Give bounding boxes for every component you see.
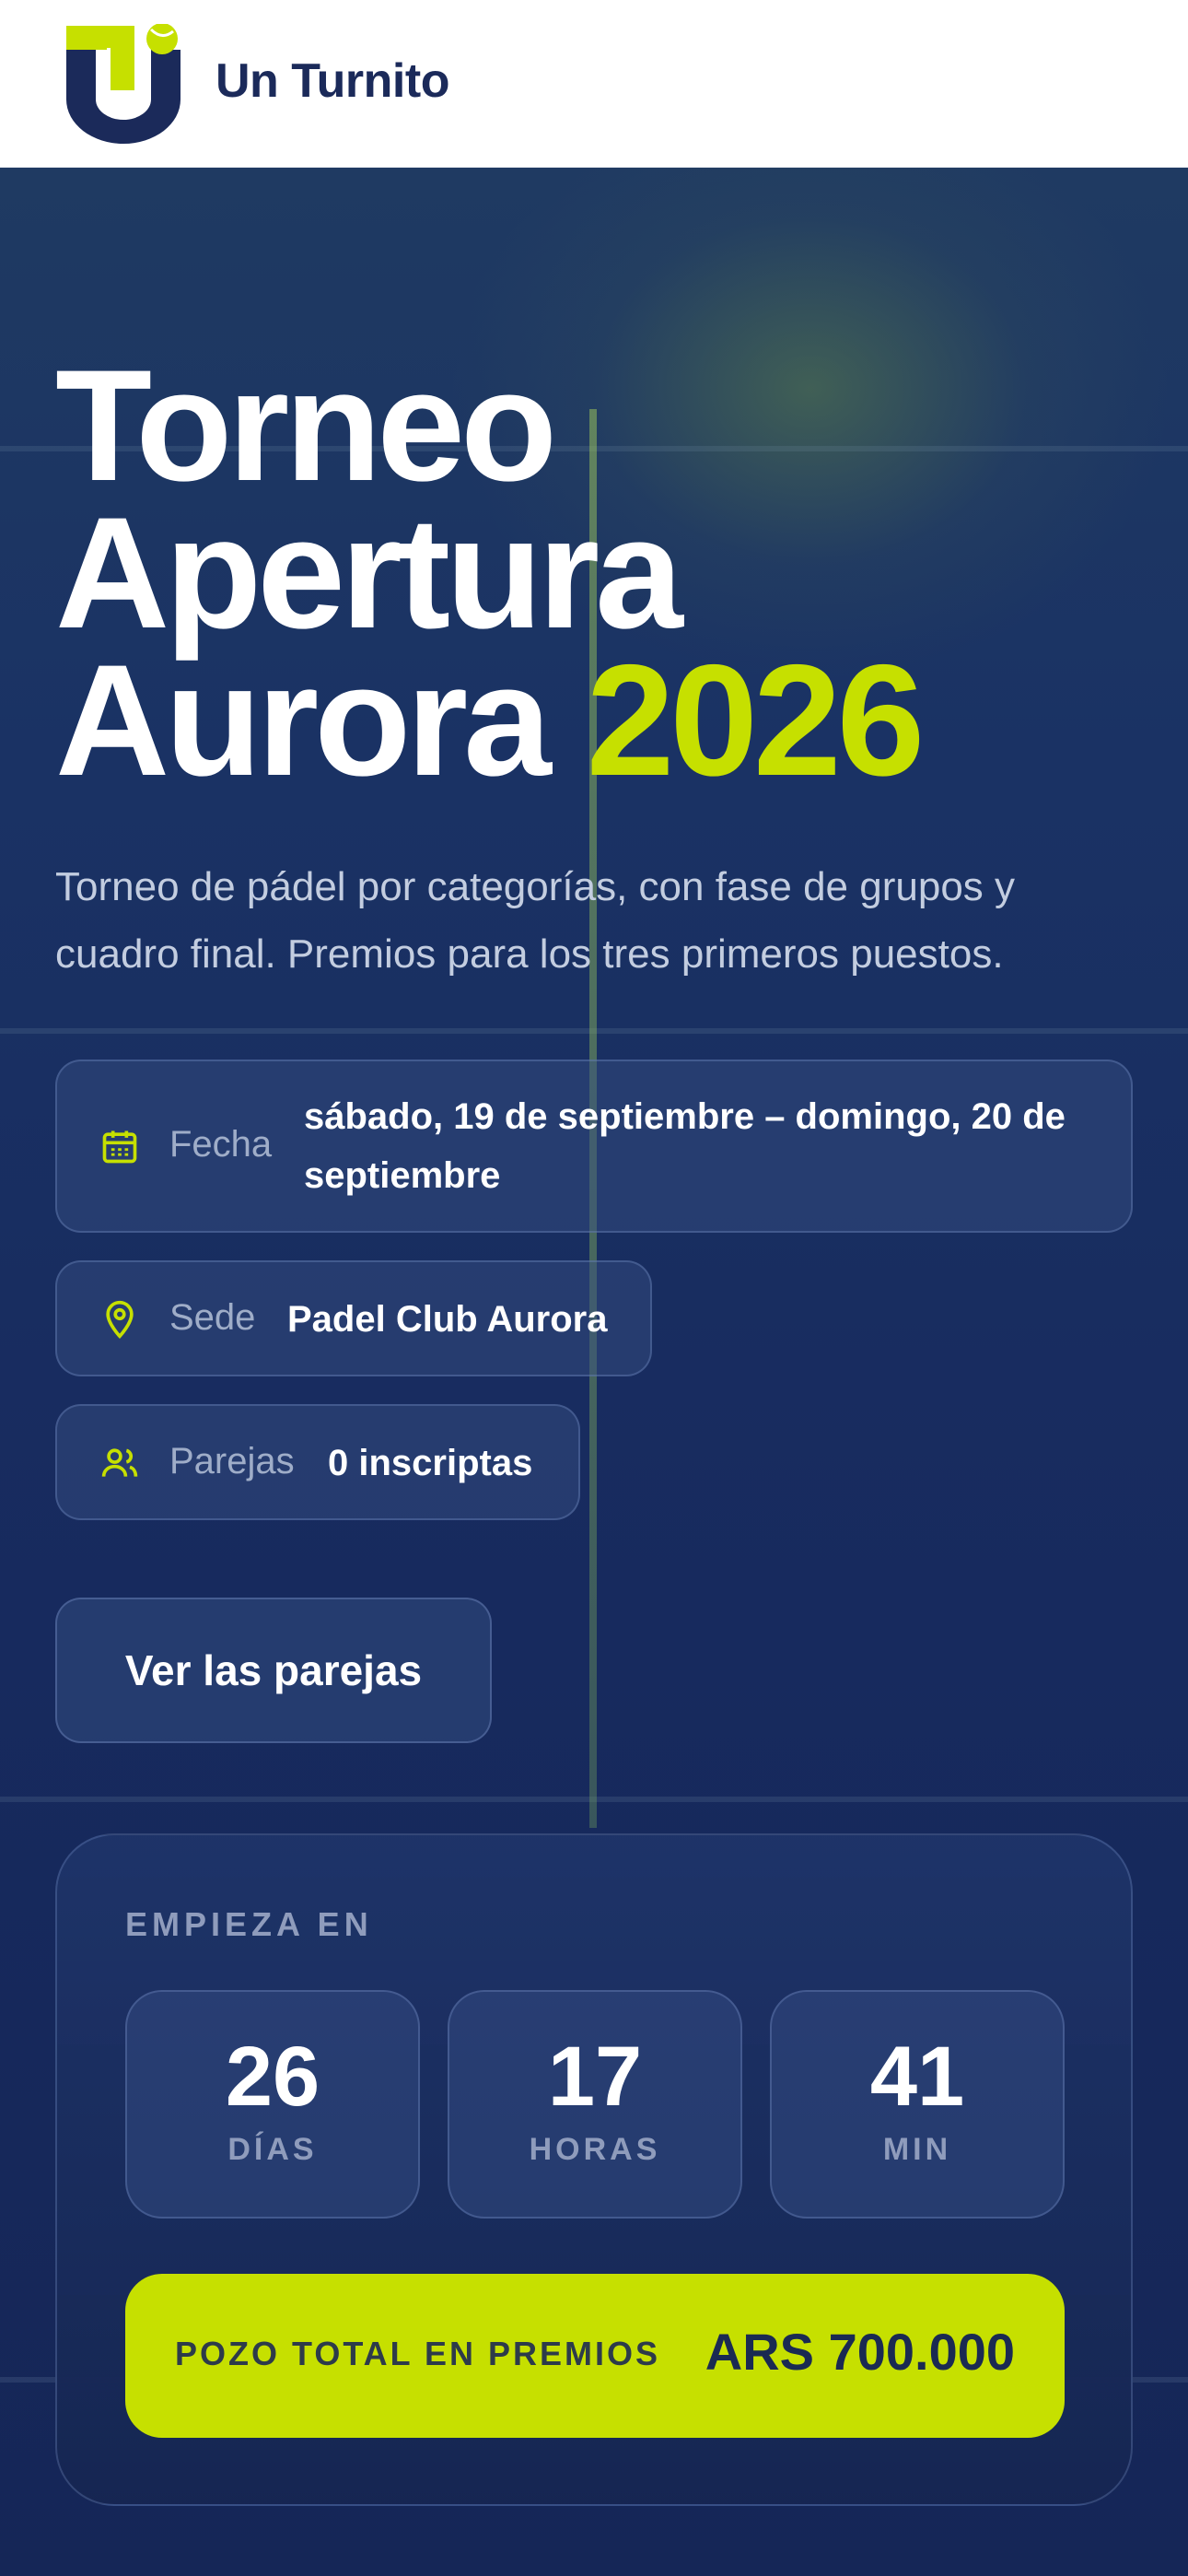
date-chip: Fecha sábado, 19 de septiembre – domingo…	[55, 1060, 1133, 1233]
countdown-label: EMPIEZA EN	[125, 1905, 373, 1943]
calendar-icon	[102, 1130, 137, 1164]
brand-name[interactable]: Un Turnito	[215, 53, 449, 109]
countdown-hours: 17 HORAS	[448, 1990, 742, 2219]
tournament-description: Torneo de pádel por categorías, con fase…	[55, 864, 1016, 977]
minutes-unit: MIN	[882, 2132, 952, 2167]
view-pairs-button[interactable]: Ver las parejas	[55, 1598, 492, 1743]
countdown-card: EMPIEZA EN 26 DÍAS 17 HORAS 41 MIN POZO …	[55, 1833, 1133, 2506]
hours-unit: HORAS	[529, 2132, 661, 2167]
venue-value[interactable]: Padel Club Aurora	[287, 1290, 607, 1349]
map-pin-icon	[106, 1300, 134, 1340]
minutes-value: 41	[869, 2030, 965, 2124]
tournament-title: Torneo Apertura Aurora 2026	[55, 346, 1142, 800]
days-value: 26	[225, 2030, 320, 2124]
date-label: Fecha	[169, 1124, 273, 1165]
un-turnito-logo[interactable]	[66, 24, 181, 144]
users-icon	[101, 1448, 138, 1477]
title-line-3: Aurora	[55, 632, 552, 809]
days-unit: DÍAS	[227, 2132, 318, 2167]
hours-value: 17	[547, 2030, 643, 2124]
prize-label: POZO TOTAL EN PREMIOS	[175, 2335, 661, 2372]
countdown-days: 26 DÍAS	[125, 1990, 420, 2219]
pairs-label: Parejas	[169, 1441, 295, 1481]
top-bar: Un Turnito	[0, 0, 1188, 168]
prize-pool-banner: POZO TOTAL EN PREMIOS ARS 700.000	[125, 2274, 1065, 2438]
venue-chip: Sede Padel Club Aurora	[55, 1260, 652, 1376]
pairs-value: 0 inscriptas	[328, 1443, 533, 1483]
date-value: sábado, 19 de septiembre – domingo, 20 d…	[304, 1096, 1066, 1196]
venue-label: Sede	[169, 1297, 256, 1338]
prize-value: ARS 700.000	[705, 2323, 1015, 2381]
countdown-minutes: 41 MIN	[770, 1990, 1065, 2219]
title-year: 2026	[586, 632, 926, 809]
pairs-chip: Parejas 0 inscriptas	[55, 1404, 580, 1520]
